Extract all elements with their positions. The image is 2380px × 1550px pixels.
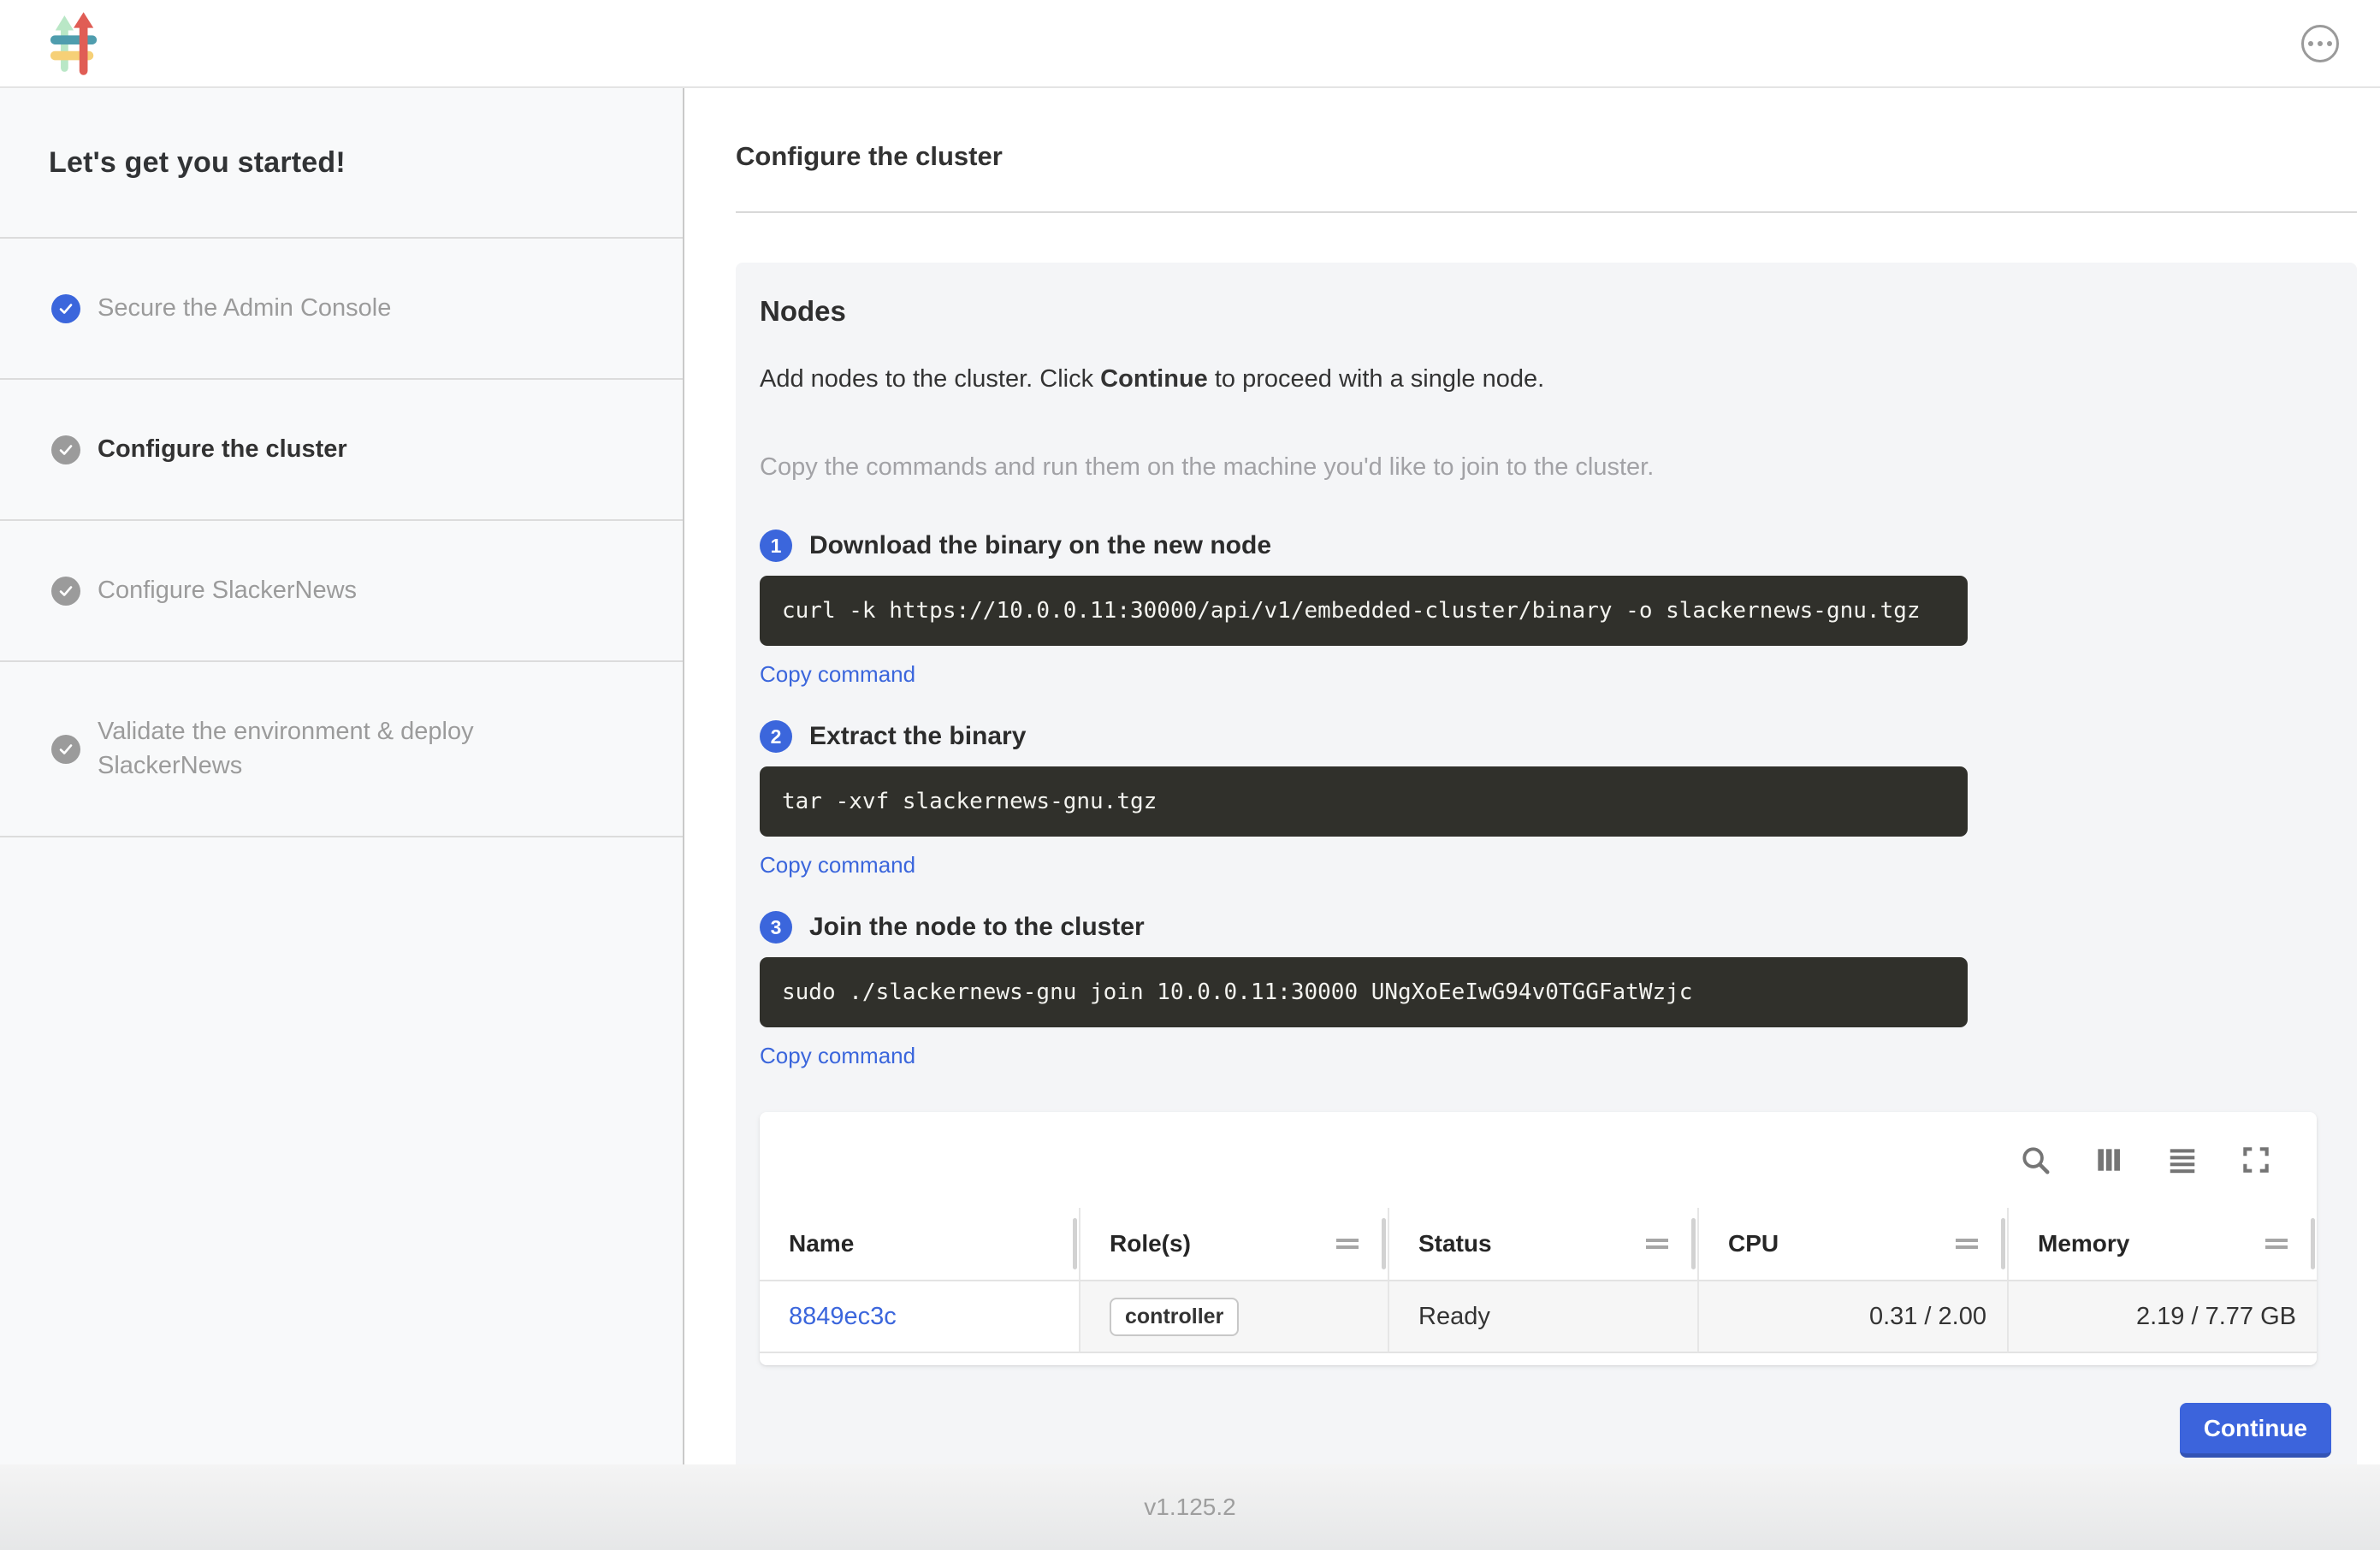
- cell-node-cpu: 0.31 / 2.00: [1697, 1280, 2007, 1353]
- check-circle-icon: [51, 294, 80, 323]
- step-2-command-text: tar -xvf slackernews-gnu.tgz: [782, 789, 1157, 814]
- nodes-hint-text: Copy the commands and run them on the ma…: [760, 453, 2331, 482]
- step-1-number-badge: 1: [760, 529, 792, 562]
- sidebar-item-configure-cluster[interactable]: Configure the cluster: [0, 380, 683, 521]
- column-resize-handle[interactable]: [1073, 1218, 1077, 1269]
- sidebar-item-configure-slackernews[interactable]: Configure SlackerNews: [0, 521, 683, 662]
- step-3-header: 3 Join the node to the cluster: [760, 911, 2331, 944]
- step-2-number-badge: 2: [760, 720, 792, 753]
- cell-node-memory: 2.19 / 7.77 GB: [2007, 1280, 2317, 1353]
- column-resize-handle[interactable]: [2311, 1218, 2315, 1269]
- check-circle-icon: [51, 735, 80, 764]
- node-name-link[interactable]: 8849ec3c: [789, 1303, 897, 1331]
- search-icon[interactable]: [2019, 1144, 2051, 1176]
- step-3-copy-command-link[interactable]: Copy command: [760, 1043, 915, 1069]
- setup-steps-sidebar: Let's get you started! Secure the Admin …: [0, 88, 684, 1464]
- sidebar-item-label: Configure SlackerNews: [98, 574, 357, 607]
- step-3-command-text: sudo ./slackernews-gnu join 10.0.0.11:30…: [782, 979, 1692, 1005]
- step-1-header: 1 Download the binary on the new node: [760, 529, 2331, 562]
- step-1-copy-command-link[interactable]: Copy command: [760, 661, 915, 688]
- check-circle-icon: [51, 577, 80, 606]
- continue-button[interactable]: Continue: [2180, 1403, 2331, 1458]
- main-content: Configure the cluster Nodes Add nodes to…: [684, 88, 2380, 1464]
- page-title: Configure the cluster: [736, 141, 2357, 172]
- step-2-command-box: tar -xvf slackernews-gnu.tgz: [760, 766, 1968, 837]
- sidebar-item-label: Secure the Admin Console: [98, 292, 391, 325]
- column-menu-icon[interactable]: [1646, 1239, 1668, 1249]
- nodes-intro-text: Add nodes to the cluster. Click Continue…: [760, 365, 2331, 393]
- top-bar: [0, 0, 2380, 88]
- step-1-command-box: curl -k https://10.0.0.11:30000/api/v1/e…: [760, 576, 1968, 646]
- column-menu-icon[interactable]: [1956, 1239, 1978, 1249]
- column-menu-icon[interactable]: [1336, 1239, 1359, 1249]
- step-2-title: Extract the binary: [809, 722, 1026, 751]
- column-label: Name: [789, 1230, 854, 1257]
- app-footer: v1.125.2: [0, 1464, 2380, 1550]
- table-row: 8849ec3c controller Ready 0.31 / 2.00 2.…: [760, 1280, 2317, 1353]
- step-3-number-badge: 3: [760, 911, 792, 944]
- nodes-section-title: Nodes: [760, 295, 2331, 328]
- nodes-table: Name Role(s) Status: [760, 1208, 2317, 1353]
- cell-node-status: Ready: [1388, 1280, 1697, 1353]
- column-header-memory[interactable]: Memory: [2007, 1208, 2317, 1280]
- step-2-copy-command-link[interactable]: Copy command: [760, 852, 915, 879]
- step-2-header: 2 Extract the binary: [760, 720, 2331, 753]
- sidebar-item-label: Validate the environment & deploy Slacke…: [98, 715, 577, 782]
- ellipsis-dot: [2308, 41, 2313, 46]
- ellipsis-dot: [2327, 41, 2332, 46]
- intro-bold: Continue: [1100, 365, 1208, 393]
- column-resize-handle[interactable]: [2001, 1218, 2005, 1269]
- intro-prefix: Add nodes to the cluster. Click: [760, 365, 1100, 393]
- cell-node-roles: controller: [1079, 1280, 1388, 1353]
- column-header-roles[interactable]: Role(s): [1079, 1208, 1388, 1280]
- slackernews-logo-icon: [50, 12, 99, 75]
- column-menu-icon[interactable]: [2265, 1239, 2288, 1249]
- fullscreen-icon[interactable]: [2240, 1144, 2272, 1176]
- column-label: CPU: [1728, 1230, 1779, 1257]
- check-circle-icon: [51, 435, 80, 464]
- step-1-title: Download the binary on the new node: [809, 531, 1271, 560]
- ellipsis-dot: [2318, 41, 2323, 46]
- column-header-status[interactable]: Status: [1388, 1208, 1697, 1280]
- density-icon[interactable]: [2166, 1144, 2199, 1176]
- nodes-card: Nodes Add nodes to the cluster. Click Co…: [736, 263, 2357, 1464]
- column-header-name[interactable]: Name: [760, 1208, 1079, 1280]
- step-1-command-text: curl -k https://10.0.0.11:30000/api/v1/e…: [782, 598, 1921, 624]
- column-label: Memory: [2038, 1230, 2129, 1257]
- intro-suffix: to proceed with a single node.: [1208, 365, 1544, 393]
- sidebar-title: Let's get you started!: [0, 88, 683, 239]
- sidebar-item-label: Configure the cluster: [98, 433, 347, 466]
- columns-icon[interactable]: [2093, 1144, 2125, 1176]
- overflow-menu-button[interactable]: [2301, 25, 2339, 62]
- card-actions: Continue: [760, 1403, 2331, 1458]
- column-resize-handle[interactable]: [1691, 1218, 1696, 1269]
- column-resize-handle[interactable]: [1382, 1218, 1386, 1269]
- version-label: v1.125.2: [1144, 1494, 1235, 1521]
- table-header-row: Name Role(s) Status: [760, 1208, 2317, 1280]
- table-toolbar: [760, 1112, 2317, 1208]
- app-window: Let's get you started! Secure the Admin …: [0, 0, 2380, 1550]
- column-label: Role(s): [1110, 1230, 1191, 1257]
- cell-node-name: 8849ec3c: [760, 1280, 1079, 1353]
- role-chip: controller: [1110, 1298, 1239, 1336]
- sidebar-item-secure-admin-console[interactable]: Secure the Admin Console: [0, 239, 683, 380]
- nodes-table-card: Name Role(s) Status: [760, 1112, 2317, 1365]
- column-label: Status: [1418, 1230, 1492, 1257]
- step-3-title: Join the node to the cluster: [809, 913, 1145, 942]
- step-3-command-box: sudo ./slackernews-gnu join 10.0.0.11:30…: [760, 957, 1968, 1027]
- title-divider: [736, 211, 2357, 213]
- column-header-cpu[interactable]: CPU: [1697, 1208, 2007, 1280]
- sidebar-item-validate-deploy[interactable]: Validate the environment & deploy Slacke…: [0, 662, 683, 837]
